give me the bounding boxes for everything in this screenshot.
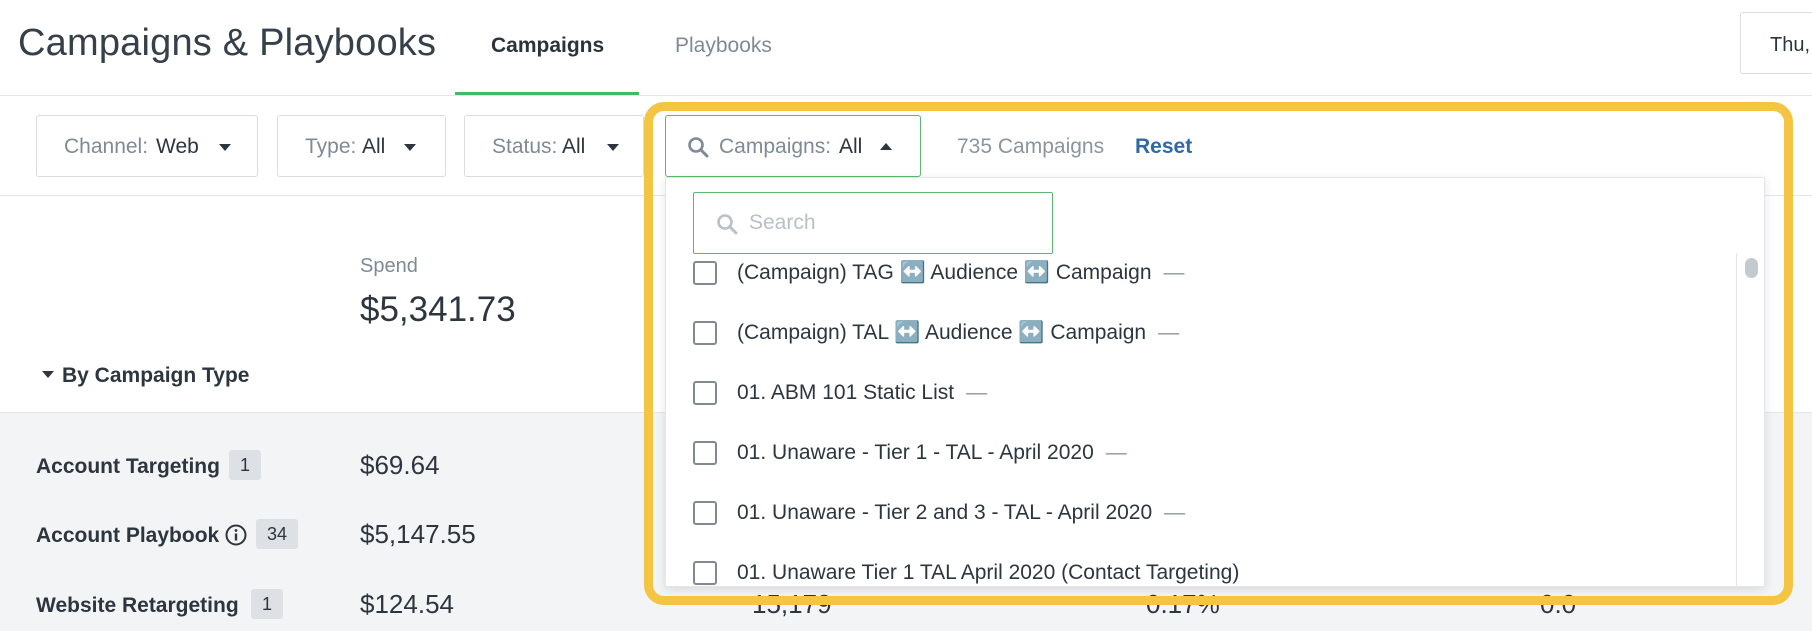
campaign-count: 735 Campaigns	[957, 135, 1105, 158]
spend-total: $5,341.73	[360, 290, 516, 329]
campaign-option[interactable]: (Campaign) TAL ↔️ Audience ↔️ Campaign —	[693, 313, 1179, 353]
campaign-search-box[interactable]	[693, 192, 1053, 254]
campaign-option[interactable]: 01. Unaware Tier 1 TAL April 2020 (Conta…	[693, 553, 1251, 586]
option-checkbox[interactable]	[693, 321, 717, 345]
campaign-option-list[interactable]: (Campaign) TAG ↔️ Audience ↔️ Campaign —…	[666, 253, 1736, 586]
chevron-up-icon	[880, 143, 892, 150]
campaign-option[interactable]: (Campaign) TAG ↔️ Audience ↔️ Campaign —	[693, 253, 1185, 293]
date-range-label: Thu,	[1770, 34, 1811, 56]
option-label: (Campaign) TAG ↔️ Audience ↔️ Campaign	[737, 261, 1152, 284]
option-label: 01. Unaware Tier 1 TAL April 2020 (Conta…	[737, 561, 1240, 584]
count-badge: 1	[229, 450, 262, 480]
tab-playbooks[interactable]: Playbooks	[675, 34, 772, 58]
dropdown-scrollbar[interactable]	[1736, 253, 1764, 586]
row-label-website-retargeting: Website Retargeting	[36, 594, 239, 617]
reset-filters-link[interactable]: Reset	[1135, 135, 1192, 159]
campaigns-filter-button[interactable]: Campaigns: All	[665, 115, 921, 177]
search-icon	[688, 137, 709, 158]
row-label-account-playbook: Account Playbook	[36, 524, 220, 547]
chevron-down-icon	[219, 144, 231, 151]
option-checkbox[interactable]	[693, 501, 717, 525]
campaign-search-input[interactable]	[749, 193, 1039, 253]
option-label: (Campaign) TAL ↔️ Audience ↔️ Campaign	[737, 321, 1147, 344]
status-filter-label: Status:	[492, 135, 558, 158]
campaign-option[interactable]: 01. Unaware - Tier 2 and 3 - TAL - April…	[693, 493, 1185, 533]
count-badge: 1	[251, 589, 284, 619]
count-badge: 34	[256, 519, 299, 549]
campaigns-filter-label: Campaigns:	[719, 135, 832, 158]
type-filter-value: All	[362, 135, 386, 158]
option-label: 01. ABM 101 Static List	[737, 381, 955, 404]
chevron-down-icon	[404, 144, 416, 151]
search-icon	[717, 214, 738, 235]
type-filter-button[interactable]: Type: All	[277, 115, 446, 177]
status-filter-button[interactable]: Status: All	[464, 115, 644, 177]
info-icon[interactable]	[224, 523, 248, 547]
option-dash: —	[1164, 501, 1186, 524]
status-filter-value: All	[562, 135, 586, 158]
option-dash: —	[1163, 261, 1185, 284]
option-label: 01. Unaware - Tier 2 and 3 - TAL - April…	[737, 501, 1153, 524]
option-checkbox[interactable]	[693, 441, 717, 465]
channel-filter-button[interactable]: Channel: Web	[36, 115, 258, 177]
channel-filter-value: Web	[156, 135, 199, 158]
option-checkbox[interactable]	[693, 561, 717, 585]
row-spend: $124.54	[360, 589, 454, 619]
option-dash: —	[966, 381, 988, 404]
tab-campaigns[interactable]: Campaigns	[491, 34, 604, 58]
scrollbar-thumb[interactable]	[1745, 258, 1758, 278]
page-title: Campaigns & Playbooks	[18, 22, 437, 64]
group-toggle-by-campaign-type[interactable]: By Campaign Type	[62, 364, 249, 388]
option-checkbox[interactable]	[693, 261, 717, 285]
channel-filter-label: Channel:	[64, 135, 149, 158]
row-spend: $5,147.55	[360, 519, 476, 549]
option-label: 01. Unaware - Tier 1 - TAL - April 2020	[737, 441, 1094, 464]
chevron-down-icon	[607, 144, 619, 151]
campaign-option[interactable]: 01. ABM 101 Static List —	[693, 373, 987, 413]
row-label-account-targeting: Account Targeting	[36, 455, 220, 478]
campaigns-filter-value: All	[839, 135, 863, 158]
option-checkbox[interactable]	[693, 381, 717, 405]
campaigns-dropdown: (Campaign) TAG ↔️ Audience ↔️ Campaign —…	[665, 177, 1765, 587]
row-spend: $69.64	[360, 450, 440, 480]
row-impressions: 15,179	[752, 589, 832, 619]
option-dash: —	[1105, 441, 1127, 464]
option-dash: —	[1158, 321, 1180, 344]
campaign-option[interactable]: 01. Unaware - Tier 1 - TAL - April 2020 …	[693, 433, 1127, 473]
spend-label: Spend	[360, 255, 418, 277]
type-filter-label: Type:	[305, 135, 357, 158]
caret-down-icon	[42, 371, 54, 378]
header-divider	[0, 95, 1812, 96]
row-metric: 0.0	[1540, 589, 1577, 619]
row-ctr: 0.17%	[1146, 589, 1220, 619]
